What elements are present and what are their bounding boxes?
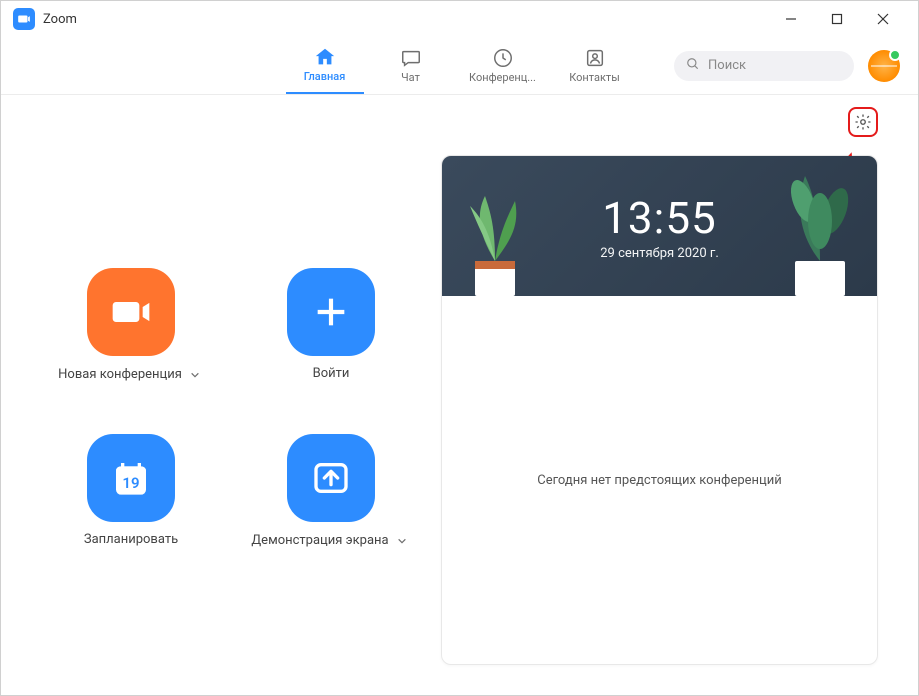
video-icon <box>111 292 151 332</box>
titlebar: Zoom <box>1 1 918 37</box>
schedule-item: 19 Запланировать <box>41 434 221 550</box>
tab-label: Конференц... <box>469 71 536 84</box>
avatar[interactable] <box>868 50 900 82</box>
plus-icon <box>311 292 351 332</box>
nav-right <box>674 50 900 82</box>
nav-tabs: Главная Чат Конференц... Контакты <box>286 37 634 94</box>
schedule-button[interactable]: 19 <box>87 434 175 522</box>
search-input[interactable] <box>708 58 874 73</box>
search-icon <box>686 56 700 75</box>
clock-date: 29 сентября 2020 г. <box>600 246 719 261</box>
no-meetings-text: Сегодня нет предстоящих конференций <box>537 473 782 488</box>
navbar: Главная Чат Конференц... Контакты <box>1 37 918 95</box>
settings-button[interactable] <box>848 107 878 137</box>
app-icon <box>13 8 35 30</box>
info-panel: 13:55 29 сентября 2020 г. Сегодня нет пр… <box>441 113 878 665</box>
join-item: Войти <box>241 268 421 384</box>
share-screen-item: Демонстрация экрана <box>241 434 421 550</box>
svg-text:19: 19 <box>122 474 139 492</box>
info-header: 13:55 29 сентября 2020 г. <box>442 156 877 296</box>
tab-home[interactable]: Главная <box>286 37 364 94</box>
action-label: Демонстрация экрана <box>251 533 388 550</box>
new-meeting-item: Новая конференция <box>41 268 221 384</box>
tab-label: Главная <box>304 70 346 83</box>
action-label: Запланировать <box>84 532 178 549</box>
minimize-button[interactable] <box>768 1 814 37</box>
tab-meetings[interactable]: Конференц... <box>458 37 548 94</box>
plant-decoration <box>450 176 540 296</box>
search-box[interactable] <box>674 51 854 81</box>
action-panel: Новая конференция Войти <box>41 113 421 665</box>
action-label: Новая конференция <box>58 367 182 384</box>
new-meeting-button[interactable] <box>87 268 175 356</box>
action-label: Войти <box>313 366 350 383</box>
tab-label: Чат <box>401 71 420 84</box>
tab-label: Контакты <box>569 71 620 84</box>
share-screen-button[interactable] <box>287 434 375 522</box>
info-card: 13:55 29 сентября 2020 г. Сегодня нет пр… <box>441 155 878 665</box>
maximize-button[interactable] <box>814 1 860 37</box>
upload-icon <box>311 458 351 498</box>
chat-icon <box>400 47 422 69</box>
tab-chat[interactable]: Чат <box>372 37 450 94</box>
gear-icon <box>854 113 872 131</box>
info-body: Сегодня нет предстоящих конференций <box>442 296 877 664</box>
plant-decoration <box>775 166 865 296</box>
close-button[interactable] <box>860 1 906 37</box>
app-window: Zoom Главная <box>0 0 919 696</box>
home-icon <box>314 46 336 68</box>
chevron-down-icon[interactable] <box>393 532 411 550</box>
join-button[interactable] <box>287 268 375 356</box>
clock-icon <box>492 47 514 69</box>
window-controls <box>768 1 906 37</box>
chevron-down-icon[interactable] <box>186 366 204 384</box>
clock-time: 13:55 <box>602 192 717 244</box>
contacts-icon <box>584 47 606 69</box>
calendar-icon: 19 <box>111 458 151 498</box>
action-grid: Новая конференция Войти <box>41 268 421 550</box>
window-title: Zoom <box>43 12 77 27</box>
tab-contacts[interactable]: Контакты <box>556 37 634 94</box>
content: Новая конференция Войти <box>1 95 918 695</box>
